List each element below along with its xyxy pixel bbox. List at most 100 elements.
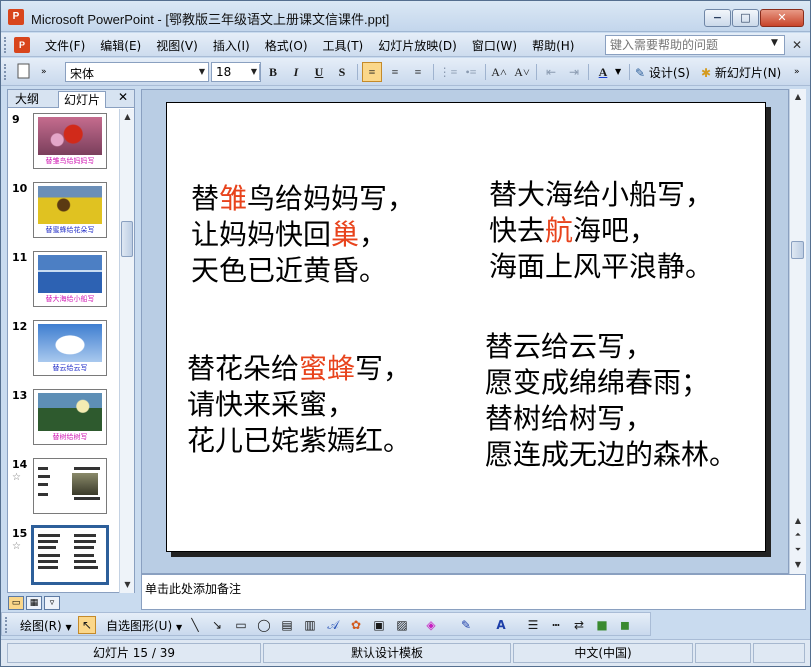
textbox-tool-button[interactable]: ▤ <box>278 616 296 634</box>
document-close-button[interactable]: ✕ <box>792 38 802 52</box>
clipart-button[interactable]: ▣ <box>370 616 388 634</box>
increase-indent-button[interactable]: ⇥ <box>564 62 584 82</box>
shadow-button[interactable]: S <box>332 62 352 82</box>
tab-outline[interactable]: 大纲 <box>10 91 44 108</box>
diagram-button[interactable]: ✿ <box>347 616 365 634</box>
oval-tool-button[interactable]: ◯ <box>255 616 273 634</box>
arrow-tool-button[interactable]: ↘ <box>208 616 226 634</box>
shrink-font-button[interactable]: A˅ <box>512 62 532 82</box>
font-color-button[interactable]: A <box>593 62 613 82</box>
toolbar-options-icon[interactable]: » <box>41 62 57 82</box>
3d-style-button[interactable]: ◼ <box>616 616 634 634</box>
menu-insert[interactable]: 插入(I) <box>213 37 250 54</box>
tab-slides[interactable]: 幻灯片 <box>58 91 107 108</box>
menu-help[interactable]: 帮助(H) <box>532 37 574 54</box>
align-right-button[interactable]: ≡ <box>408 62 428 82</box>
dash-style-button[interactable]: ┅ <box>547 616 565 634</box>
toolbar-options-icon[interactable]: » <box>794 62 804 82</box>
slideshow-view-button[interactable]: ▿ <box>44 596 60 610</box>
previous-slide-icon[interactable]: ⏶ <box>790 527 806 542</box>
new-document-button[interactable] <box>15 62 35 82</box>
autoshapes-menu-button[interactable]: 自选图形(U) ▼ <box>106 617 182 634</box>
draw-menu-button[interactable]: 绘图(R) ▼ <box>20 617 72 634</box>
italic-button[interactable]: I <box>286 62 306 82</box>
picture-button[interactable]: ▨ <box>393 616 411 634</box>
next-slide-icon[interactable]: ⏷ <box>790 542 806 557</box>
poem-block-cloud-tree[interactable]: 替云给云写， 愿变成绵绵春雨； 替树给树写， 愿连成无边的森林。 <box>485 329 737 473</box>
shadow-style-button[interactable]: ■ <box>593 616 611 634</box>
align-left-button[interactable]: ≡ <box>362 62 382 82</box>
scroll-up-icon[interactable]: ▲ <box>790 89 806 104</box>
vertical-textbox-button[interactable]: ▥ <box>301 616 319 634</box>
font-name-select[interactable]: 宋体 ▼ <box>65 62 209 82</box>
slide-thumbnail[interactable] <box>33 458 107 514</box>
rectangle-tool-button[interactable]: ▭ <box>232 616 250 634</box>
menu-format[interactable]: 格式(O) <box>265 37 308 54</box>
new-slide-button[interactable]: ✱ 新幻灯片(N) <box>701 64 781 81</box>
bold-button[interactable]: B <box>263 62 283 82</box>
slide-thumbnail[interactable]: 替树给树写 <box>33 389 107 445</box>
poem-block-sea[interactable]: 替大海给小船写， 快去航海吧， 海面上风平浪静。 <box>489 177 713 285</box>
slide-thumbnail[interactable]: 替云给云写 <box>33 320 107 376</box>
menu-tools[interactable]: 工具(T) <box>323 37 364 54</box>
slide-thumbnail[interactable]: 替雏鸟给妈妈写 <box>33 113 107 169</box>
scroll-up-icon[interactable]: ▲ <box>120 109 135 124</box>
underline-button[interactable]: U <box>309 62 329 82</box>
slide-thumbnail-row[interactable]: 15 ☆ <box>8 523 118 589</box>
numbering-button[interactable]: ⋮≡ <box>438 62 458 82</box>
decrease-indent-button[interactable]: ⇤ <box>541 62 561 82</box>
arrow-style-button[interactable]: ⇄ <box>570 616 588 634</box>
slide-thumbnail[interactable] <box>31 525 109 585</box>
slide-thumbnail-row[interactable]: 13 替树给树写 <box>8 385 118 451</box>
document-icon[interactable]: P <box>14 37 30 53</box>
wordart-button[interactable]: 𝒜 <box>324 616 342 634</box>
line-style-button[interactable]: ☰ <box>524 616 542 634</box>
align-center-button[interactable]: ≡ <box>385 62 405 82</box>
bullets-button[interactable]: •≡ <box>461 62 481 82</box>
toolbar-grip[interactable] <box>4 37 7 53</box>
slide-thumbnail-row[interactable]: 14 ☆ <box>8 454 118 520</box>
scroll-thumb[interactable] <box>121 221 133 257</box>
current-slide[interactable]: 替雏鸟给妈妈写， 让妈妈快回巢， 天色已近黄昏。 替大海给小船写， 快去航海吧， 海面上… <box>166 102 766 552</box>
close-window-button[interactable]: ✕ <box>760 9 804 27</box>
slide-thumbnail-row[interactable]: 12 替云给云写 <box>8 316 118 382</box>
normal-view-button[interactable]: ▭ <box>8 596 24 610</box>
maximize-button[interactable]: □ <box>732 9 759 27</box>
design-button[interactable]: ✎ 设计(S) <box>635 64 690 81</box>
scroll-down-icon[interactable]: ▼ <box>790 557 806 572</box>
poem-block-flower[interactable]: 替花朵给蜜蜂写， 请快来采蜜， 花儿已姹紫嫣红。 <box>187 351 411 459</box>
menu-window[interactable]: 窗口(W) <box>472 37 517 54</box>
slide-thumbnail[interactable]: 替蜜蜂给花朵写 <box>33 182 107 238</box>
poem-block-bird[interactable]: 替雏鸟给妈妈写， 让妈妈快回巢， 天色已近黄昏。 <box>191 181 415 289</box>
menu-file[interactable]: 文件(F) <box>45 37 85 54</box>
slide-thumbnail-row[interactable]: 9 替雏鸟给妈妈写 <box>8 109 118 175</box>
slide-scrollbar[interactable]: ▲ ▲ ⏶ ⏷ ▼ <box>789 89 806 574</box>
scroll-thumb[interactable] <box>791 241 804 259</box>
font-color-draw-button[interactable]: A <box>492 616 510 634</box>
line-tool-button[interactable]: ╲ <box>186 616 204 634</box>
slide-thumbnail[interactable]: 替大海给小船写 <box>33 251 107 307</box>
line-color-button[interactable]: ✎ <box>457 616 475 634</box>
powerpoint-app-icon[interactable]: P <box>8 9 24 25</box>
fill-color-button[interactable]: ◈ <box>422 616 440 634</box>
scroll-up-icon[interactable]: ▲ <box>790 513 806 528</box>
slide-sorter-view-button[interactable]: ▦ <box>26 596 42 610</box>
select-objects-button[interactable]: ↖ <box>78 616 96 634</box>
slide-thumbnail-row[interactable]: 11 替大海给小船写 <box>8 247 118 313</box>
font-size-select[interactable]: 18 ▼ <box>211 62 261 82</box>
notes-pane[interactable]: 单击此处添加备注 <box>141 574 806 610</box>
menu-slideshow[interactable]: 幻灯片放映(D) <box>378 37 457 54</box>
slide-thumbnail-row[interactable]: 10 替蜜蜂给花朵写 <box>8 178 118 244</box>
toolbar-grip[interactable] <box>4 64 7 80</box>
menu-edit[interactable]: 编辑(E) <box>100 37 141 54</box>
font-color-dropdown-icon[interactable]: ▼ <box>615 62 623 82</box>
toolbar-grip[interactable] <box>5 617 8 633</box>
minimize-button[interactable]: − <box>704 9 731 27</box>
scroll-down-icon[interactable]: ▼ <box>120 577 135 592</box>
help-search-input[interactable] <box>605 35 785 55</box>
menu-view[interactable]: 视图(V) <box>156 37 198 54</box>
template-status[interactable]: 默认设计模板 <box>263 643 511 663</box>
pane-scrollbar[interactable]: ▲ ▼ <box>119 109 134 593</box>
grow-font-button[interactable]: A˄ <box>489 62 509 82</box>
pane-close-button[interactable]: ✕ <box>118 90 128 104</box>
